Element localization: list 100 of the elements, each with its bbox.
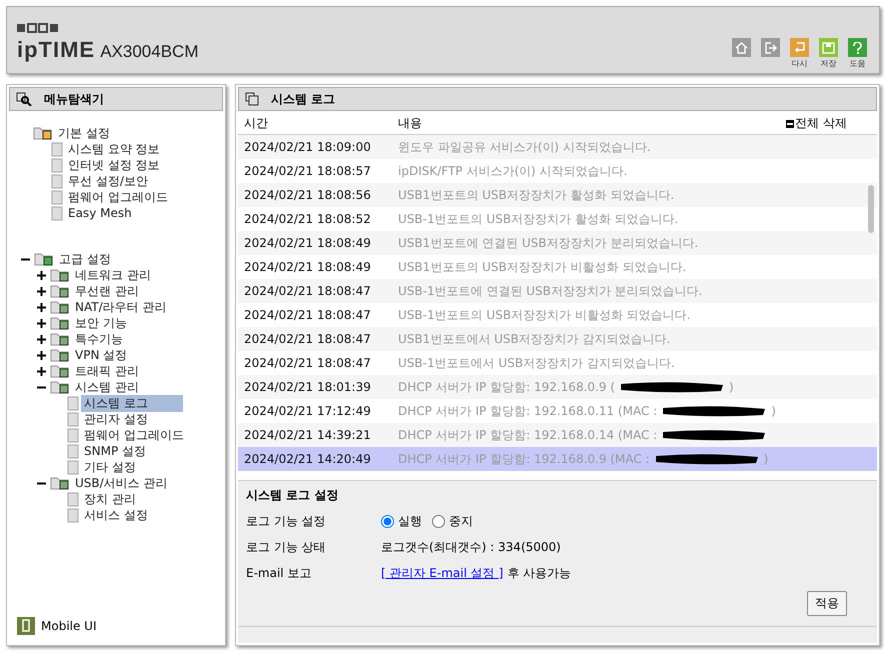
- setting-label: 로그 기능 설정: [246, 513, 327, 530]
- log-time: 2024/02/21 18:09:00: [244, 140, 372, 154]
- tree-item[interactable]: Easy Mesh: [65, 206, 135, 220]
- tree-folder[interactable]: 특수기능: [72, 330, 126, 348]
- folder-icon: [33, 126, 53, 140]
- log-message: USB-1번포트에서 USB저장장치가 감지되었습니다.: [398, 354, 675, 372]
- apply-button[interactable]: 적용: [807, 591, 847, 616]
- column-header: 시간: [244, 115, 269, 132]
- delete-all-button[interactable]: 전체 삭제: [786, 115, 847, 132]
- tree-folder[interactable]: 무선랜 관리: [72, 282, 142, 300]
- radio-button[interactable]: [432, 515, 445, 528]
- tree-folder[interactable]: USB/서비스 관리: [72, 474, 170, 492]
- radio-label[interactable]: 실행: [398, 513, 422, 530]
- log-time: 2024/02/21 18:08:49: [244, 260, 372, 274]
- log-row[interactable]: 2024/02/21 18:08:56 USB1번포트의 USB저장장치가 활성화 되었습니다.: [238, 183, 877, 207]
- page-icon: [51, 174, 63, 188]
- log-time: 2024/02/21 18:08:47: [244, 332, 372, 346]
- expand-icon[interactable]: [37, 366, 46, 376]
- log-row[interactable]: 2024/02/21 18:09:00 윈도우 파일공유 서비스가(이) 시작되었습니다.: [238, 135, 877, 159]
- model-name: AX3004BCM: [100, 42, 198, 61]
- page-icon: [51, 142, 63, 156]
- log-message: USB1번포트에 연결된 USB저장장치가 분리되었습니다.: [398, 234, 698, 252]
- expand-icon[interactable]: [37, 286, 46, 296]
- logout-button[interactable]: [761, 38, 780, 57]
- tree-item[interactable]: 장치 관리: [81, 490, 139, 508]
- tree-item[interactable]: 무선 설정/보안: [65, 172, 151, 190]
- radio-label[interactable]: 중지: [449, 513, 473, 530]
- home-icon: [735, 42, 748, 54]
- tree-item[interactable]: 관리자 설정: [81, 410, 151, 428]
- page-icon: [67, 444, 79, 458]
- help-icon: [853, 42, 862, 54]
- windows-icon: [245, 92, 259, 106]
- tree-item[interactable]: 펌웨어 업그레이드: [65, 188, 171, 206]
- log-message: ipDISK/FTP 서비스가(이) 시작되었습니다.: [398, 162, 628, 180]
- log-row[interactable]: 2024/02/21 18:08:47 USB1번포트에서 USB저장장치가 감지되었습니다.: [238, 327, 877, 351]
- tree-item[interactable]: 인터넷 설정 정보: [65, 156, 163, 174]
- log-message: DHCP 서버가 IP 할당함: 192.168.0.14 (MAC :: [398, 426, 658, 444]
- home-button[interactable]: [732, 38, 751, 57]
- log-message: USB-1번포트의 USB저장장치가 비활성화 되었습니다.: [398, 306, 690, 324]
- tree-item[interactable]: 서비스 설정: [81, 506, 151, 524]
- tree-folder[interactable]: VPN 설정: [72, 346, 130, 364]
- expand-icon[interactable]: [37, 318, 46, 328]
- tree-item[interactable]: 시스템 요약 정보: [65, 140, 163, 158]
- tree-item[interactable]: SNMP 설정: [81, 442, 149, 460]
- folder-icon: [50, 268, 70, 282]
- minus-icon: [786, 120, 794, 128]
- tree-item[interactable]: 펌웨어 업그레이드: [81, 426, 187, 444]
- expand-icon[interactable]: [37, 350, 46, 360]
- log-time: 2024/02/21 18:08:47: [244, 308, 372, 322]
- folder-icon: [50, 364, 70, 378]
- log-time: 2024/02/21 18:08:56: [244, 188, 372, 202]
- scrollbar-thumb[interactable]: [868, 185, 874, 233]
- mobile-ui-link[interactable]: Mobile UI: [41, 619, 96, 633]
- expand-icon[interactable]: [37, 334, 46, 344]
- expand-icon[interactable]: [37, 302, 46, 312]
- radio-button[interactable]: [381, 515, 394, 528]
- folder-icon: [34, 252, 54, 266]
- log-message: ): [764, 452, 768, 466]
- page-title-text: 시스템 로그: [271, 90, 336, 108]
- search-icon: [16, 92, 32, 106]
- page-icon: [67, 428, 79, 442]
- log-message: DHCP 서버가 IP 할당함: 192.168.0.11 (MAC :: [398, 402, 658, 420]
- log-message: USB-1번포트에 연결된 USB저장장치가 분리되었습니다.: [398, 282, 702, 300]
- setting-label: E-mail 보고: [246, 565, 312, 582]
- page-icon: [51, 190, 63, 204]
- tree-folder[interactable]: 트래픽 관리: [72, 362, 142, 380]
- log-message: USB-1번포트의 USB저장장치가 활성화 되었습니다.: [398, 210, 678, 228]
- email-settings-link[interactable]: [ 관리자 E-mail 설정 ]: [381, 565, 504, 582]
- page-icon: [67, 492, 79, 506]
- log-time: 2024/02/21 14:20:49: [244, 452, 372, 466]
- log-row[interactable]: 2024/02/21 14:39:21 DHCP 서버가 IP 할당함: 192.168.0.14 (MAC :: [238, 423, 877, 447]
- log-message: ): [771, 404, 776, 418]
- log-row[interactable]: 2024/02/21 14:20:49 DHCP 서버가 IP 할당함: 192.168.0.9 (MAC : ): [238, 447, 877, 471]
- setting-label: 로그 기능 상태: [246, 539, 327, 556]
- tree-folder[interactable]: 시스템 관리: [72, 378, 142, 396]
- log-message: 윈도우 파일공유 서비스가(이) 시작되었습니다.: [398, 138, 651, 156]
- tree-item[interactable]: 시스템 로그: [81, 394, 183, 412]
- log-row[interactable]: 2024/02/21 18:08:47 USB-1번포트에 연결된 USB저장장치가 분리되었습니다.: [238, 279, 877, 303]
- page-icon: [67, 396, 79, 410]
- folder-icon: [50, 476, 70, 490]
- page-icon: [67, 412, 79, 426]
- tree-folder[interactable]: 보안 기능: [72, 314, 130, 332]
- save-icon: [822, 42, 835, 54]
- folder-icon: [50, 348, 70, 362]
- folder-icon: [50, 300, 70, 314]
- log-row[interactable]: 2024/02/21 18:01:39 DHCP 서버가 IP 할당함: 192.168.0.9 ( ): [238, 375, 877, 399]
- log-time: 2024/02/21 17:12:49: [244, 404, 372, 418]
- log-message: DHCP 서버가 IP 할당함: 192.168.0.9 (MAC :: [398, 450, 650, 468]
- log-message: DHCP 서버가 IP 할당함: 192.168.0.9 (: [398, 378, 615, 396]
- tree-folder[interactable]: 네트워크 관리: [72, 266, 154, 284]
- log-time: 2024/02/21 18:08:47: [244, 284, 372, 298]
- log-row[interactable]: 2024/02/21 18:08:49 USB1번포트에 연결된 USB저장장치가 분리되었습니다.: [238, 231, 877, 255]
- setting-value: 로그갯수(최대갯수) : 334(5000): [381, 539, 561, 556]
- expand-icon[interactable]: [37, 270, 46, 280]
- folder-icon: [50, 332, 70, 346]
- tree-folder[interactable]: 고급 설정: [56, 250, 114, 268]
- tree-folder[interactable]: 기본 설정: [55, 124, 113, 142]
- log-message: USB1번포트의 USB저장장치가 비활성화 되었습니다.: [398, 258, 686, 276]
- tree-folder[interactable]: NAT/라우터 관리: [72, 298, 170, 316]
- tree-item[interactable]: 기타 설정: [81, 458, 139, 476]
